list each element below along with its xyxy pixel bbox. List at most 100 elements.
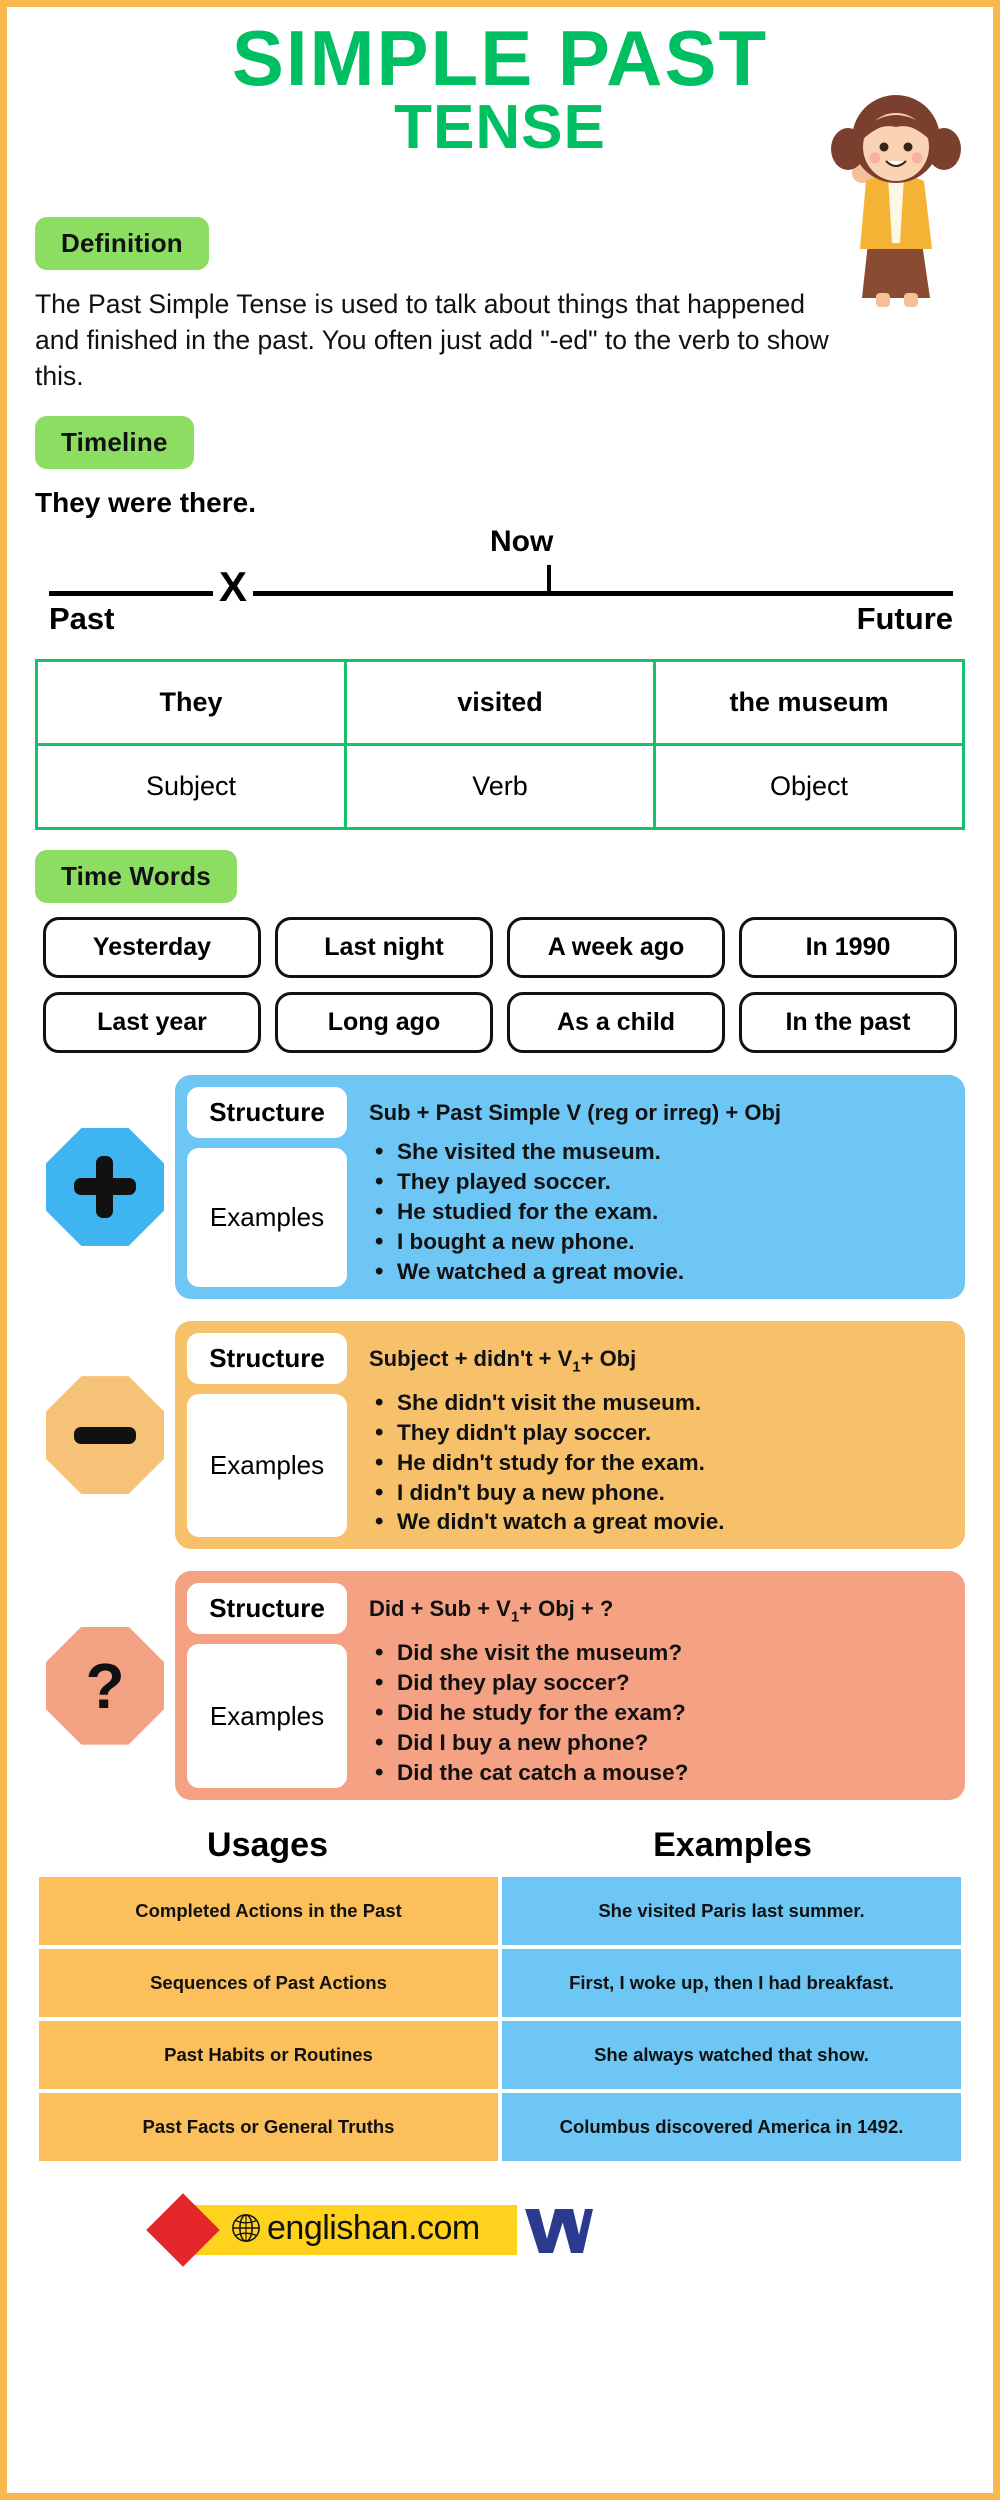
time-word-chip[interactable]: As a child [507, 992, 725, 1054]
table-row: They visited the museum [35, 659, 965, 747]
examples-label: Examples [187, 1393, 347, 1538]
affirmative-structure-text: Sub + Past Simple V (reg or irreg) + Obj [369, 1100, 781, 1126]
list-item: I bought a new phone. [373, 1226, 953, 1258]
svo-table: They visited the museum Subject Verb Obj… [35, 659, 965, 831]
time-word-chip[interactable]: In the past [739, 992, 957, 1054]
usage-cell: Sequences of Past Actions [39, 1948, 498, 2017]
list-item: He didn't study for the exam. [373, 1447, 953, 1479]
definition-text: The Past Simple Tense is used to talk ab… [35, 289, 829, 392]
timeline-section: Timeline They were there. Now X Past Fut… [35, 416, 965, 653]
brand-name: englishan.com [267, 2208, 480, 2247]
list-item: Did he study for the exam? [373, 1697, 953, 1729]
timeline-badge: Timeline [35, 416, 194, 470]
list-item: She didn't visit the museum. [373, 1387, 953, 1419]
question-icon: ? [46, 1626, 164, 1745]
list-item: Did she visit the museum? [373, 1637, 953, 1669]
svo-example-verb: visited [344, 659, 656, 747]
examples-column-header: Examples [653, 1825, 812, 1864]
interrogative-form-block: ? Structure Examples Did + Sub + V1+ Obj… [35, 1571, 965, 1800]
list-item: I didn't buy a new phone. [373, 1477, 953, 1509]
usage-cell: Past Habits or Routines [39, 2020, 498, 2089]
minus-icon [46, 1376, 164, 1495]
time-words-row-1: Yesterday Last night A week ago In 1990 [35, 917, 965, 979]
header: SIMPLE PAST TENSE [35, 7, 965, 307]
negative-structure-sub: 1 [572, 1358, 581, 1376]
timeline-now-label: Now [490, 525, 554, 559]
list-item: We didn't watch a great movie. [373, 1506, 953, 1538]
negative-structure-prefix: Subject + didn't + V [369, 1345, 573, 1371]
example-cell: Columbus discovered America in 1492. [502, 2092, 961, 2161]
timeline-graphic: Now X Past Future [35, 523, 965, 653]
timeline-future-label: Future [856, 601, 953, 637]
interrogative-examples-list: Did she visit the museum? Did they play … [359, 1637, 953, 1789]
svo-label-verb: Verb [344, 743, 656, 831]
time-word-chip[interactable]: In 1990 [739, 917, 957, 979]
globe-icon [232, 2214, 260, 2243]
table-row: Past Facts or General Truths Columbus di… [39, 2092, 961, 2161]
time-words-row-2: Last year Long ago As a child In the pas… [35, 992, 965, 1054]
brand-logo[interactable]: englishan.com [231, 2209, 480, 2248]
example-cell: She always watched that show. [502, 2020, 961, 2089]
list-item: Did they play soccer? [373, 1667, 953, 1699]
list-item: Did the cat catch a mouse? [373, 1757, 953, 1789]
negative-form-block: Structure Examples Subject + didn't + V1… [35, 1320, 965, 1550]
example-cell: First, I woke up, then I had breakfast. [502, 1948, 961, 2017]
negative-sign-holder [35, 1376, 175, 1495]
definition-badge: Definition [35, 217, 209, 270]
affirmative-form-block: Structure Examples Sub + Past Simple V (… [35, 1075, 965, 1299]
svo-example-subject: They [35, 659, 347, 747]
interrogative-structure-suffix: + Obj + ? [519, 1596, 614, 1622]
time-word-chip[interactable]: Last night [275, 917, 493, 979]
structure-label: Structure [187, 1332, 347, 1384]
usage-cell: Completed Actions in the Past [39, 1876, 498, 1945]
title-line-1: SIMPLE PAST [231, 14, 769, 102]
negative-structure-suffix: + Obj [580, 1345, 637, 1371]
usages-table: Completed Actions in the Past She visite… [35, 1873, 965, 2165]
structure-label: Structure [187, 1583, 347, 1635]
usages-column-header: Usages [207, 1825, 328, 1864]
affirmative-examples-list: She visited the museum. They played socc… [359, 1136, 953, 1288]
negative-examples-list: She didn't visit the museum. They didn't… [359, 1387, 953, 1539]
table-row: Past Habits or Routines She always watch… [39, 2020, 961, 2089]
table-row: Subject Verb Object [35, 743, 965, 831]
w-logo-icon [525, 2208, 593, 2253]
timeline-past-label: Past [49, 601, 115, 637]
time-words-badge: Time Words [35, 850, 237, 904]
negative-panel: Structure Examples Subject + didn't + V1… [175, 1320, 965, 1550]
interrogative-structure-prefix: Did + Sub + V [369, 1596, 511, 1622]
svo-example-object: the museum [653, 659, 965, 747]
usage-cell: Past Facts or General Truths [39, 2092, 498, 2161]
time-word-chip[interactable]: Long ago [275, 992, 493, 1054]
affirmative-sign-holder [35, 1127, 175, 1246]
examples-label: Examples [187, 1644, 347, 1788]
list-item: He studied for the exam. [373, 1196, 953, 1228]
svo-label-object: Object [653, 743, 965, 831]
interrogative-sign-holder: ? [35, 1626, 175, 1745]
table-row: Sequences of Past Actions First, I woke … [39, 1948, 961, 2017]
time-word-chip[interactable]: A week ago [507, 917, 725, 979]
example-cell: She visited Paris last summer. [502, 1876, 961, 1945]
plus-icon [46, 1127, 164, 1246]
structure-label: Structure [187, 1087, 347, 1139]
list-item: She visited the museum. [373, 1136, 953, 1168]
timeline-now-tick [547, 565, 551, 596]
time-words-section: Time Words Yesterday Last night A week a… [35, 850, 965, 1054]
examples-label: Examples [187, 1148, 347, 1287]
list-item: They played soccer. [373, 1166, 953, 1198]
usages-headers: Usages Examples [35, 1826, 965, 1873]
interrogative-panel: Structure Examples Did + Sub + V1+ Obj +… [175, 1571, 965, 1800]
svo-label-subject: Subject [35, 743, 347, 831]
timeline-sentence: They were there. [35, 487, 256, 519]
girl-mascot-illustration [831, 95, 961, 307]
list-item: They didn't play soccer. [373, 1417, 953, 1449]
footer: englishan.com [35, 2191, 965, 2277]
list-item: We watched a great movie. [373, 1256, 953, 1288]
list-item: Did I buy a new phone? [373, 1727, 953, 1759]
negative-structure-text: Subject + didn't + V1+ Obj [359, 1333, 953, 1386]
time-word-chip[interactable]: Last year [43, 992, 261, 1054]
time-word-chip[interactable]: Yesterday [43, 917, 261, 979]
affirmative-panel: Structure Examples Sub + Past Simple V (… [175, 1075, 965, 1299]
timeline-x-marker: X [213, 566, 254, 609]
infographic-page: SIMPLE PAST TENSE Definition The Past Si… [0, 0, 1000, 2500]
interrogative-structure-text: Did + Sub + V1+ Obj + ? [359, 1583, 953, 1636]
